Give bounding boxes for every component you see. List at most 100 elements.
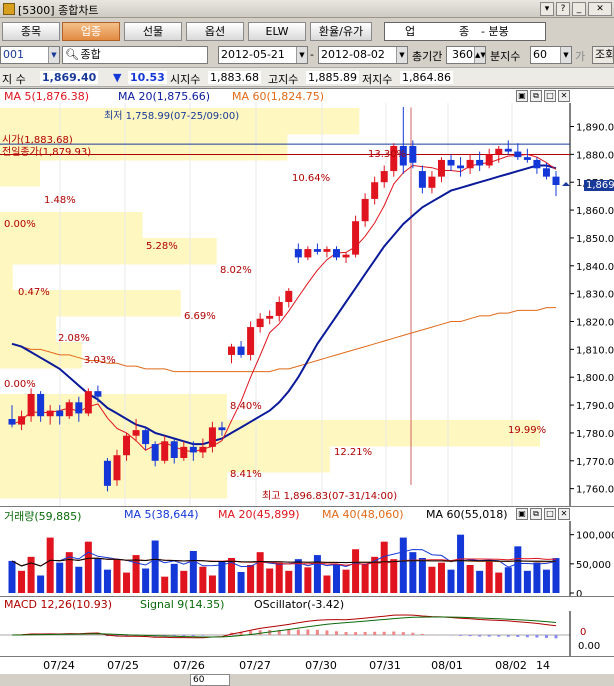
y-tick-label: 1,820.00 [576, 318, 614, 329]
candle-body [199, 446, 207, 453]
pane-close-icon[interactable]: ✕ [558, 90, 570, 102]
volume-bar [266, 568, 274, 593]
candle-body [84, 391, 92, 414]
volume-bar [399, 537, 407, 593]
candle-body [523, 157, 531, 160]
legend-volume: 거래량(59,885) [4, 510, 82, 523]
tab-stock[interactable]: 종목 [2, 22, 60, 41]
candle-body [208, 427, 216, 447]
y-tick-label: 1,810.00 [576, 345, 614, 356]
pane-maximize-icon[interactable]: □ [544, 90, 556, 102]
date-from-field[interactable]: 2012-05-21 ▼ [218, 46, 308, 64]
help-icon[interactable]: ? [556, 2, 570, 16]
high-label: 고지수 [268, 73, 299, 86]
candle-body [189, 446, 197, 453]
volume-bar [437, 562, 445, 593]
macd-chart-pane[interactable]: MACD 12,26(10.93) Signal 9(14.35) OScill… [0, 596, 614, 657]
candle-body [237, 346, 245, 355]
candle-body [275, 302, 283, 316]
volume-bar [237, 572, 245, 593]
profile-pct: 19.99% [508, 425, 547, 436]
pane-restore-icon[interactable]: ⧉ [530, 508, 542, 520]
interval-label: 분지수 [490, 50, 521, 63]
candle-body [161, 441, 169, 461]
chart-window: [5300] 종합차트 ▾ ? _ ✕ 종목 업종 선물 옵션 ELW 환율/유… [0, 0, 614, 686]
candle-body [418, 171, 426, 188]
volume-chart-pane[interactable]: 100,000 50,000 0 거래량(59,885) MA 5(38,644) … [0, 506, 614, 597]
tab-elw[interactable]: ELW [248, 22, 306, 41]
profile-pct: 3.03% [84, 355, 116, 366]
tab-sector[interactable]: 업종 [62, 22, 120, 41]
lookup-button[interactable]: 조회 [592, 46, 614, 64]
candle-body [304, 249, 312, 258]
bottom-interval-field[interactable]: 60 [190, 674, 230, 686]
date-to-field[interactable]: 2012-08-02 ▼ [318, 46, 408, 64]
chevron-down-icon[interactable]: ▼ [48, 47, 59, 63]
tab-futures[interactable]: 선물 [124, 22, 182, 41]
y-tick-label: 1,780.00 [576, 429, 614, 440]
tab-fx-oil[interactable]: 환율/유가 [310, 22, 372, 41]
profile-pct: 0.47% [18, 287, 50, 298]
calendar-dropdown-icon[interactable]: ▼ [296, 47, 307, 63]
x-tick-label: 14 [536, 659, 550, 672]
profile-pct: 13.30% [368, 149, 407, 160]
minimize-icon[interactable]: _ [572, 2, 586, 16]
volume-bar [170, 563, 178, 593]
candle-body [332, 249, 340, 258]
candle-body [466, 159, 474, 169]
chart-mode-box[interactable]: 업 종 - 분봉 [384, 22, 546, 41]
pane-restore-icon[interactable]: ⧉ [530, 90, 542, 102]
interval-value: 60 [533, 48, 547, 61]
close-icon[interactable]: ✕ [588, 2, 612, 16]
x-tick-label: 07/26 [173, 659, 205, 672]
code-select[interactable]: 001 ▼ [0, 46, 60, 64]
volume-chart[interactable]: 100,00050,0000 [0, 507, 614, 597]
candle-body [380, 171, 388, 183]
candle-body [409, 146, 417, 163]
stepper-icon[interactable]: ▲▼ [474, 47, 485, 63]
market-tabs: 종목 업종 선물 옵션 ELW 환율/유가 업 종 - 분봉 [0, 19, 614, 43]
legend-vol-ma20: MA 20(45,899) [218, 508, 300, 521]
name-field[interactable]: 🔍︎ 종합 [62, 46, 208, 64]
candle-body [294, 249, 302, 258]
title-bar: [5300] 종합차트 ▾ ? _ ✕ [0, 0, 614, 18]
y-tick-label: 1,850.00 [576, 234, 614, 245]
volume-bar [352, 549, 360, 593]
candle-body [218, 427, 226, 431]
profile-pct: 12.21% [334, 447, 373, 458]
price-chart-pane[interactable]: 1,890.001,880.001,870.001,860.001,850.00… [0, 88, 614, 507]
search-icon[interactable]: 🔍︎ [65, 47, 79, 63]
volume-bar [342, 569, 350, 593]
volume-bar [123, 572, 131, 593]
chevron-down-icon[interactable]: ▼ [560, 47, 571, 63]
down-arrow-icon: ▼ [113, 71, 122, 84]
profile-pct: 10.64% [292, 173, 331, 184]
candle-body [18, 416, 26, 425]
date-from-value: 2012-05-21 [221, 48, 285, 61]
y-tick-label: 100,000 [576, 531, 614, 542]
macd-zero-value: 0.00 [578, 641, 601, 652]
pane-close-icon[interactable]: ✕ [558, 508, 570, 520]
profile-pct: 6.69% [184, 311, 216, 322]
calendar-dropdown-icon[interactable]: ▼ [396, 47, 407, 63]
candle-body [27, 393, 35, 417]
candle-body [361, 198, 369, 222]
x-tick-label: 07/31 [369, 659, 401, 672]
x-tick-label: 07/27 [239, 659, 271, 672]
current-price-marker: 1,869.4 [584, 180, 614, 191]
total-period-stepper[interactable]: 360 ▲▼ [446, 46, 486, 64]
volume-bar [275, 562, 283, 593]
mode-part-b: 종 [459, 25, 470, 38]
price-chart[interactable]: 1,890.001,880.001,870.001,860.001,850.00… [0, 89, 614, 507]
high-value: 1,885.89 [306, 71, 359, 84]
pane-maximize-icon[interactable]: □ [544, 508, 556, 520]
y-tick-label: 1,880.00 [576, 150, 614, 161]
volume-bar [199, 566, 207, 593]
pane-toggle-icon[interactable]: ▣ [516, 508, 528, 520]
volume-bar [466, 565, 474, 593]
pane-toggle-icon[interactable]: ▣ [516, 90, 528, 102]
tab-options[interactable]: 옵션 [186, 22, 244, 41]
interval-select[interactable]: 60 ▼ [530, 46, 572, 64]
menu-icon[interactable]: ▾ [540, 2, 554, 16]
volume-bar [84, 541, 92, 593]
